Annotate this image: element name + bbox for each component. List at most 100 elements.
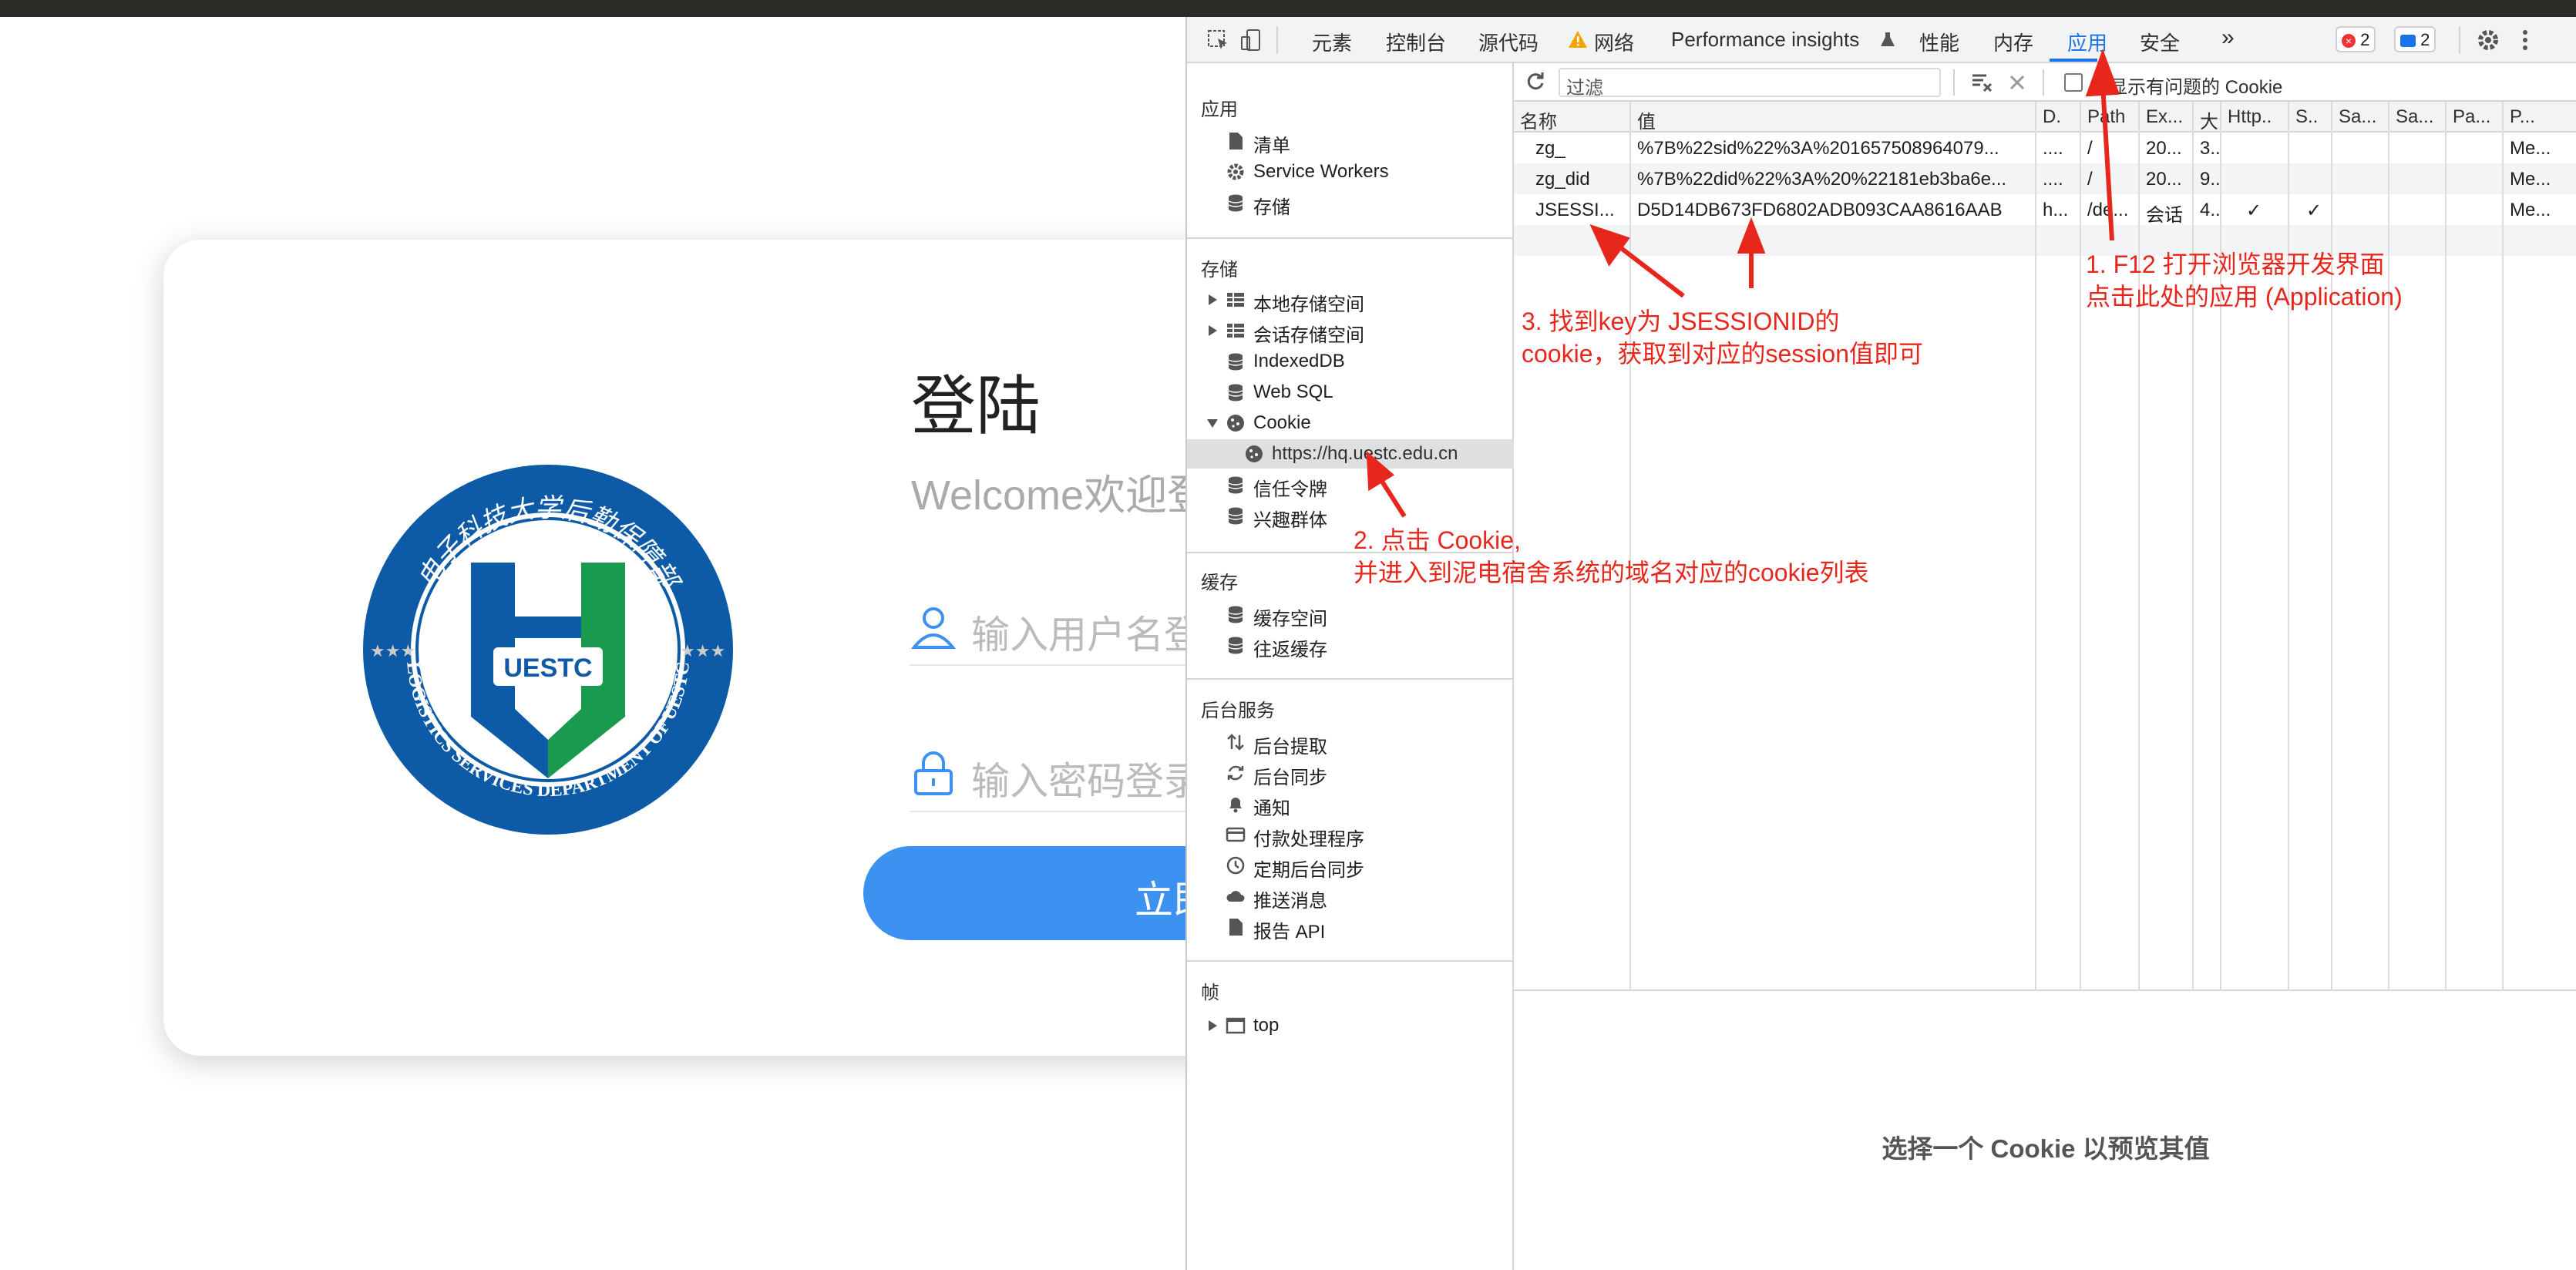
col-path[interactable]: Path	[2081, 106, 2140, 128]
sidebar-item-payment-handler[interactable]: 付款处理程序	[1226, 820, 1503, 850]
sidebar-section-application: 应用	[1201, 99, 1238, 120]
col-expires[interactable]: Ex...	[2140, 106, 2194, 128]
col-httponly[interactable]: Http..	[2221, 106, 2289, 128]
show-issues-checkbox[interactable]	[2064, 73, 2083, 92]
username-field[interactable]: 输入用户名登	[910, 592, 1233, 666]
logo-monogram: UESTC	[503, 653, 592, 683]
lock-icon	[914, 751, 953, 795]
sync-icon	[1227, 765, 1244, 781]
refresh-icon[interactable]	[1525, 71, 1546, 92]
sidebar-item-web-sql[interactable]: Web SQL	[1226, 378, 1503, 407]
col-sameparty[interactable]: Sa...	[2389, 106, 2447, 128]
cookie-icon	[1246, 445, 1263, 462]
messages-badge[interactable]: 2	[2394, 26, 2436, 52]
sidebar-section-frames: 帧	[1201, 983, 1219, 1003]
grid-icon	[1227, 324, 1244, 338]
sidebar-item-local-storage[interactable]: 本地存储空间	[1209, 285, 1503, 315]
table-row[interactable]: zg_did %7B%22did%22%3A%20%22181eb3ba6e..…	[1514, 163, 2576, 194]
device-toggle-icon[interactable]	[1239, 28, 1264, 52]
col-value[interactable]: 值	[1631, 106, 2036, 133]
sidebar-item-cache-storage[interactable]: 缓存空间	[1226, 600, 1503, 630]
filter-input[interactable]: 过滤	[1559, 68, 1941, 99]
tab-memory[interactable]: 内存	[1993, 28, 2033, 56]
tab-application[interactable]: 应用	[2067, 28, 2107, 56]
sidebar-item-reporting-api[interactable]: 报告 API	[1226, 912, 1503, 942]
col-size[interactable]: 大	[2194, 106, 2221, 133]
clear-all-icon[interactable]	[2007, 72, 2027, 92]
database-icon	[1228, 476, 1243, 494]
inspect-icon[interactable]	[1206, 28, 1230, 52]
file-icon	[1229, 133, 1243, 150]
sidebar-item-session-storage[interactable]: 会话存储空间	[1209, 316, 1503, 346]
sidebar-item-storage[interactable]: 存储	[1226, 188, 1503, 218]
tab-network[interactable]: 网络	[1594, 28, 1634, 56]
devtools-panel: 元素 控制台 源代码 网络 Performance insights 性能 内存…	[1185, 17, 2576, 1270]
updown-arrows-icon	[1227, 734, 1244, 751]
clock-icon	[1226, 856, 1245, 875]
expand-arrow-icon[interactable]	[1209, 325, 1217, 336]
database-icon	[1228, 507, 1243, 525]
clear-filtered-cookies-icon[interactable]	[1970, 71, 1993, 94]
sidebar-item-periodic-sync[interactable]: 定期后台同步	[1226, 851, 1503, 881]
tab-console[interactable]: 控制台	[1386, 28, 1446, 56]
col-partition-key[interactable]: Pa...	[2447, 106, 2504, 128]
more-tabs-button[interactable]: »	[2221, 25, 2235, 51]
svg-text:★★★: ★★★	[370, 641, 415, 660]
errors-badge[interactable]: × 2	[2336, 26, 2376, 52]
col-secure[interactable]: S..	[2289, 106, 2332, 128]
settings-icon[interactable]	[2476, 28, 2500, 52]
frame-icon	[1226, 1017, 1246, 1034]
user-icon	[910, 607, 957, 649]
cookie-filter-bar: 过滤 仅显示有问题的 Cookie	[1514, 63, 2576, 102]
password-field[interactable]: 输入密码登录	[910, 738, 1233, 812]
collapse-arrow-icon[interactable]	[1207, 419, 1218, 428]
database-icon	[1228, 637, 1243, 654]
col-domain[interactable]: D.	[2036, 106, 2081, 128]
table-row-empty	[1514, 225, 2576, 256]
username-placeholder: 输入用户名登	[971, 613, 1202, 657]
tab-sources[interactable]: 源代码	[1478, 28, 1539, 56]
sidebar-item-frame-top[interactable]: top	[1209, 1011, 1503, 1040]
message-icon	[2400, 35, 2416, 48]
error-icon: ×	[2342, 34, 2356, 49]
active-tab-indicator	[2050, 59, 2097, 62]
sidebar-item-notifications[interactable]: 通知	[1226, 789, 1503, 819]
table-row[interactable]: zg_ %7B%22sid%22%3A%201657508964079... .…	[1514, 133, 2576, 163]
tab-performance[interactable]: 性能	[1919, 28, 1959, 56]
sidebar-item-indexeddb[interactable]: IndexedDB	[1226, 347, 1503, 376]
tab-elements[interactable]: 元素	[1312, 28, 1352, 56]
bell-icon	[1229, 798, 1242, 813]
login-title: 登陆	[911, 370, 1041, 442]
sidebar-section-storage: 存储	[1201, 260, 1238, 281]
sidebar-item-push-messaging[interactable]: 推送消息	[1226, 882, 1503, 912]
sidebar-item-background-sync[interactable]: 后台同步	[1226, 758, 1503, 788]
sidebar-item-cookie-hq-uestc[interactable]: https://hq.uestc.edu.cn	[1187, 439, 1514, 469]
sidebar-item-cookie[interactable]: Cookie	[1207, 408, 1503, 438]
col-priority[interactable]: P...	[2504, 106, 2576, 128]
col-samesite[interactable]: Sa...	[2332, 106, 2389, 128]
database-icon	[1228, 194, 1243, 212]
table-row[interactable]: JSESSI... D5D14DB673FD6802ADB093CAA8616A…	[1514, 194, 2576, 226]
sidebar-item-manifest[interactable]: 清单	[1226, 126, 1503, 156]
cookie-preview-message: 选择一个 Cookie 以预览其值	[1882, 1134, 2210, 1163]
sidebar-item-background-fetch[interactable]: 后台提取	[1226, 727, 1503, 758]
tab-security[interactable]: 安全	[2140, 28, 2180, 56]
svg-text:★★★: ★★★	[680, 641, 725, 660]
tab-performance-insights[interactable]: Performance insights	[1671, 28, 1859, 52]
cookie-table-header: 名称 值 D. Path Ex... 大 Http.. S.. Sa... Sa…	[1514, 102, 2576, 133]
file-icon	[1229, 919, 1243, 936]
col-name[interactable]: 名称	[1514, 106, 1631, 133]
login-subtitle: Welcome欢迎登	[911, 472, 1209, 519]
messages-count: 2	[2420, 30, 2430, 49]
errors-count: 2	[2360, 30, 2370, 49]
sidebar-item-service-workers[interactable]: Service Workers	[1226, 157, 1503, 186]
kebab-icon[interactable]	[2513, 28, 2537, 52]
annotation-step2: 2. 点击 Cookie, 并进入到泥电宿舍系统的域名对应的cookie列表	[1354, 526, 1869, 586]
login-button[interactable]: 立即	[863, 846, 1233, 940]
annotation-step1: 1. F12 打开浏览器开发界面 点击此处的应用 (Application)	[2086, 250, 2403, 311]
sidebar-item-back-forward-cache[interactable]: 往返缓存	[1226, 630, 1503, 660]
database-icon	[1228, 606, 1243, 623]
expand-arrow-icon[interactable]	[1209, 1020, 1217, 1031]
expand-arrow-icon[interactable]	[1209, 294, 1217, 305]
sidebar-item-trust-tokens[interactable]: 信任令牌	[1226, 470, 1503, 500]
